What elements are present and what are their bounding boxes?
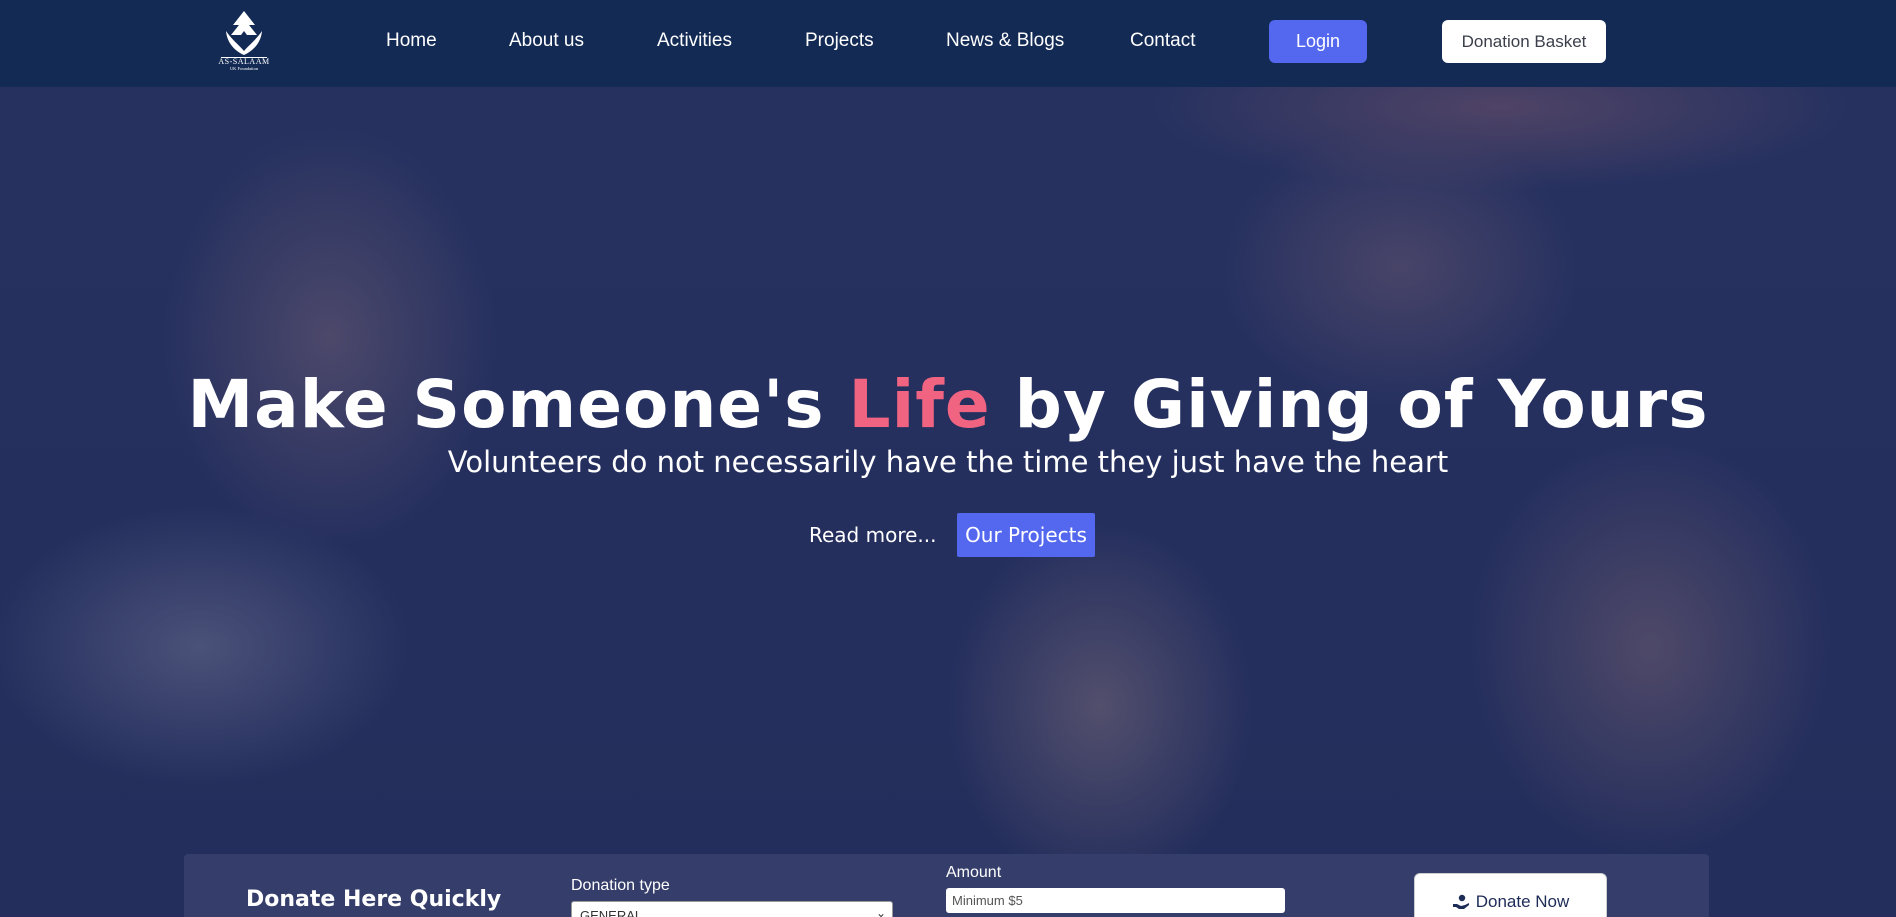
donation-type-select[interactable]: GENERAL ⌄ bbox=[571, 901, 893, 917]
amount-label: Amount bbox=[946, 864, 1002, 881]
donate-now-label: Donate Now bbox=[1475, 892, 1570, 911]
nav-link-home[interactable]: Home bbox=[386, 30, 437, 52]
hero-title-end: by Giving of Yours bbox=[990, 366, 1709, 443]
hero-subtitle: Volunteers do not necessarily have the t… bbox=[447, 445, 1449, 479]
donation-type-value: GENERAL bbox=[580, 908, 643, 917]
hero-photo-overlay bbox=[0, 87, 1896, 917]
logo-tagline: UK Foundation bbox=[229, 66, 259, 71]
top-navbar: AS-SALAAM UK Foundation Home About us Ac… bbox=[0, 0, 1896, 87]
our-projects-button[interactable]: Our Projects bbox=[957, 513, 1095, 557]
hero-title: Make Someone's Life by Giving of Yours bbox=[0, 366, 1896, 443]
logo-name: AS-SALAAM bbox=[218, 57, 270, 66]
donate-title: Donate Here Quickly bbox=[246, 887, 502, 912]
hero-banner: Make Someone's Life by Giving of Yours V… bbox=[0, 87, 1896, 917]
chevron-down-icon: ⌄ bbox=[875, 906, 886, 917]
nav-link-projects[interactable]: Projects bbox=[805, 30, 874, 52]
nav-link-news-blogs[interactable]: News & Blogs bbox=[946, 30, 1064, 52]
hero-title-start: Make Someone's bbox=[187, 366, 849, 443]
nav-link-about[interactable]: About us bbox=[509, 30, 584, 52]
nav-link-activities[interactable]: Activities bbox=[657, 30, 732, 52]
donation-basket-button[interactable]: Donation Basket bbox=[1442, 20, 1606, 63]
login-button[interactable]: Login bbox=[1269, 20, 1367, 63]
donate-now-button[interactable]: Donate Now bbox=[1414, 873, 1607, 917]
amount-input[interactable] bbox=[946, 888, 1285, 913]
quick-donate-bar: Donate Here Quickly Donation type GENERA… bbox=[184, 854, 1709, 917]
site-logo[interactable]: AS-SALAAM UK Foundation bbox=[217, 9, 271, 73]
donation-type-label: Donation type bbox=[571, 877, 670, 894]
hero-title-accent: Life bbox=[848, 366, 991, 443]
hand-donate-icon bbox=[1452, 894, 1469, 909]
nav-link-contact[interactable]: Contact bbox=[1130, 30, 1195, 52]
read-more-link[interactable]: Read more... bbox=[809, 523, 937, 547]
